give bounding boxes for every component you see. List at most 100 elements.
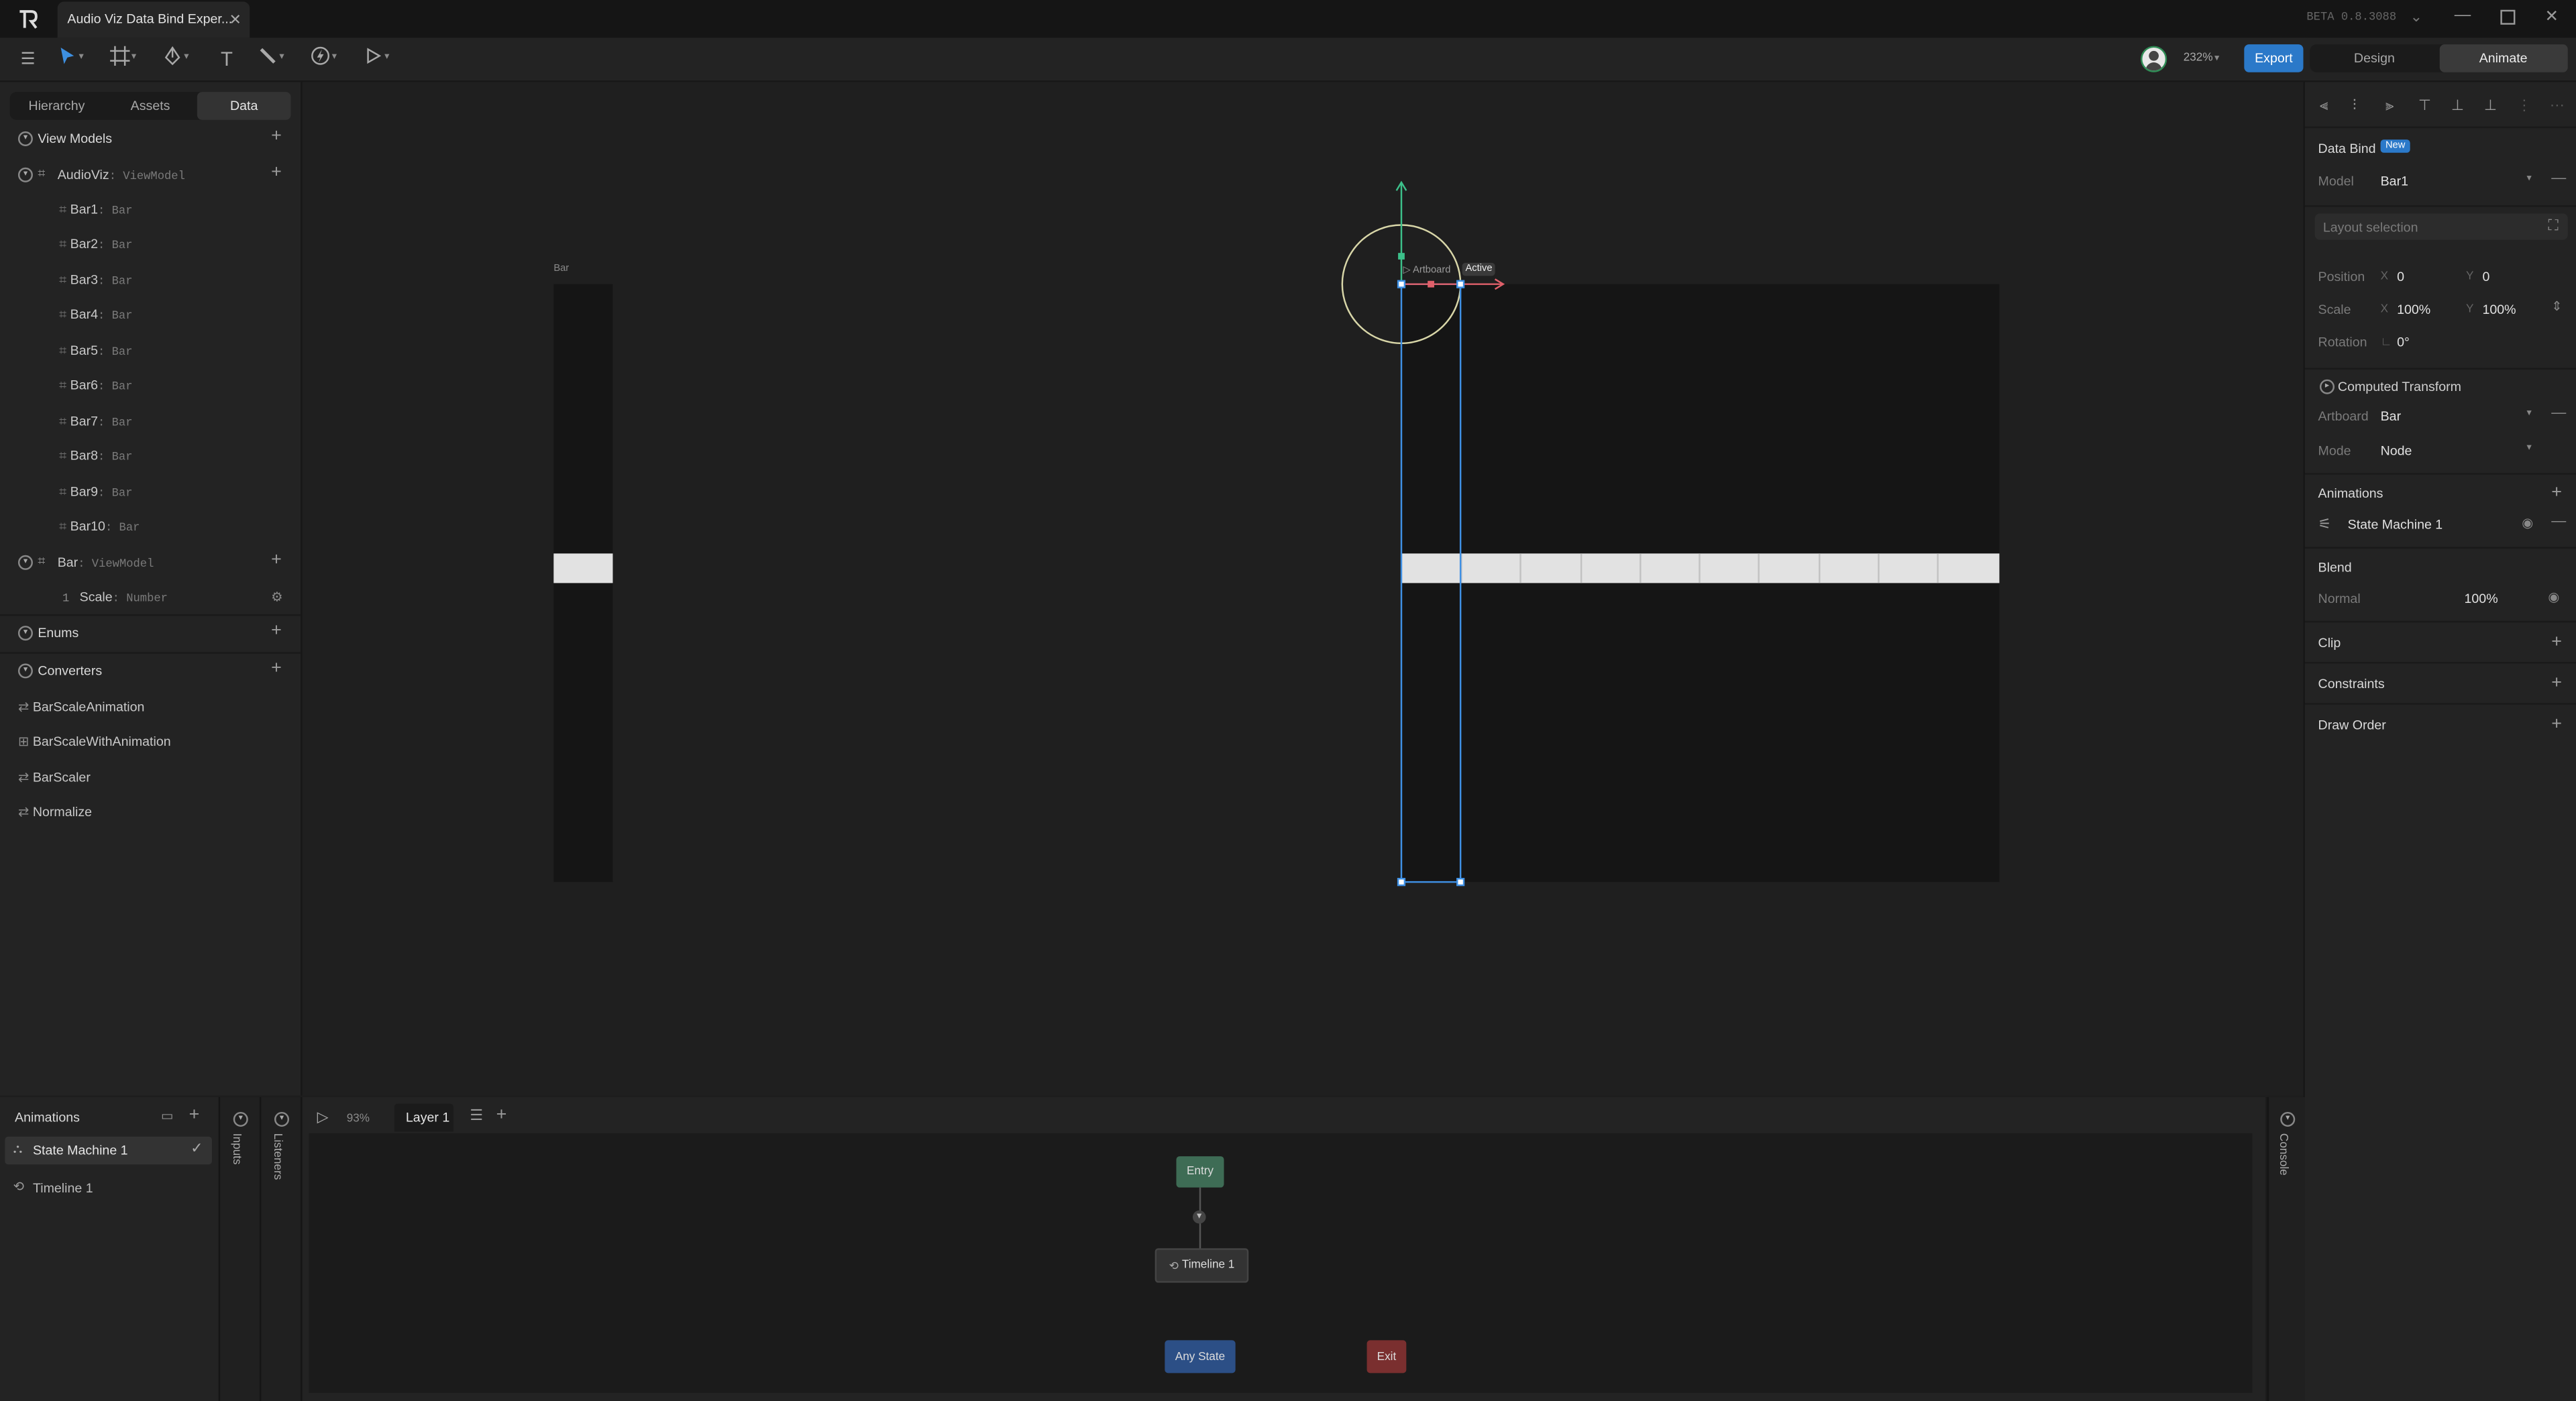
distribute-v-icon[interactable]: ⋯ (2550, 97, 2576, 115)
event-tool[interactable]: ▾ (311, 46, 337, 66)
mode-select[interactable]: Node (2381, 444, 2412, 459)
canvas[interactable]: Bar ▷ Artboard Active (302, 82, 2304, 1096)
position-x-input[interactable]: 0 (2397, 270, 2404, 284)
add-view-model-icon[interactable]: + (271, 127, 282, 146)
bar-item-9[interactable]: ⌗ Bar9: Bar (59, 484, 132, 500)
add-animation-icon[interactable]: + (2551, 483, 2562, 502)
frame-tool[interactable]: ▾ (110, 46, 136, 66)
console-panel[interactable]: ▾ Console (2267, 1097, 2305, 1401)
view-models-collapse-icon[interactable]: ▾ (17, 131, 33, 146)
export-button[interactable]: Export (2244, 44, 2304, 72)
eye-icon[interactable]: ◉ (2548, 590, 2559, 604)
align-left-icon[interactable]: ⫷ (2320, 97, 2353, 115)
bar-item-10[interactable]: ⌗ Bar10: Bar (59, 519, 140, 535)
align-center-v-icon[interactable]: ⊥ (2451, 97, 2484, 115)
rotation-input[interactable]: 0° (2397, 336, 2410, 350)
close-window-icon[interactable]: ✕ (2545, 8, 2559, 26)
bone-tool[interactable]: ▾ (258, 46, 284, 66)
audioviz-item[interactable]: AudioViz: ViewModel (58, 168, 185, 184)
close-tab-icon[interactable]: ✕ (229, 11, 241, 30)
pen-tool[interactable]: ▾ (162, 46, 189, 66)
distribute-h-icon[interactable]: ⋮ (2517, 97, 2550, 115)
add-clip-icon[interactable]: + (2551, 632, 2562, 652)
eye-icon[interactable]: ◉ (2522, 516, 2533, 530)
select-tool[interactable]: ▾ (58, 46, 84, 66)
tab-assets[interactable]: Assets (103, 92, 197, 120)
tab-hierarchy[interactable]: Hierarchy (10, 92, 104, 120)
bar-item-7[interactable]: ⌗ Bar7: Bar (59, 414, 132, 430)
bar-item-6[interactable]: ⌗ Bar6: Bar (59, 378, 132, 394)
version-dropdown-icon[interactable]: ⌄ (2410, 8, 2422, 26)
chevron-down-icon[interactable]: ▾ (2527, 442, 2532, 453)
entry-node[interactable]: Entry (1176, 1156, 1224, 1188)
add-constraint-icon[interactable]: + (2551, 673, 2562, 693)
add-converter-icon[interactable]: + (271, 659, 282, 678)
chevron-down-icon[interactable]: ▾ (2527, 172, 2532, 184)
bar-artboard[interactable] (553, 284, 613, 883)
bar-shape[interactable] (553, 553, 613, 583)
blend-mode-select[interactable]: Normal (2318, 592, 2361, 606)
listeners-toggle-icon[interactable]: ▾ (274, 1111, 290, 1127)
bar-vm-collapse-icon[interactable]: ▾ (17, 555, 33, 570)
timeline-list-item[interactable]: Timeline 1 (33, 1182, 93, 1196)
maximize-icon[interactable] (2500, 9, 2516, 25)
inputs-toggle-icon[interactable]: ▾ (233, 1111, 248, 1127)
bar-item-2[interactable]: ⌗ Bar2: Bar (59, 237, 132, 253)
play-icon[interactable]: ▷ (317, 1109, 329, 1127)
inputs-panel[interactable]: ▾ Inputs (220, 1097, 262, 1401)
chevron-down-icon[interactable]: ▾ (2527, 407, 2532, 419)
speed-value[interactable]: 93% (347, 1113, 370, 1125)
align-bottom-icon[interactable]: ⊥ (2484, 97, 2517, 115)
folder-icon[interactable]: ▭ (161, 1109, 174, 1123)
bar-item-3[interactable]: ⌗ Bar3: Bar (59, 273, 132, 289)
text-tool-icon[interactable]: T (213, 46, 239, 72)
converters-collapse-icon[interactable]: ▾ (17, 663, 33, 679)
tab-data[interactable]: Data (197, 92, 291, 120)
blend-opacity-input[interactable]: 100% (2464, 592, 2498, 606)
converter-item[interactable]: ⊞ BarScaleWithAnimation (18, 734, 171, 749)
computed-transform-title[interactable]: Computed Transform (2338, 380, 2461, 394)
bar-item-8[interactable]: ⌗ Bar8: Bar (59, 449, 132, 465)
add-animation-list-icon[interactable]: + (189, 1105, 200, 1125)
minimize-icon[interactable]: — (2455, 7, 2471, 25)
converter-item[interactable]: ⇄ Normalize (18, 805, 92, 820)
add-bar-property-icon[interactable]: + (271, 550, 282, 569)
console-toggle-icon[interactable]: ▾ (2280, 1111, 2296, 1127)
link-scale-icon[interactable]: ⇕ (2551, 299, 2562, 314)
state-machine-list-item[interactable]: ⛬ State Machine 1 ✓ (5, 1136, 212, 1165)
add-audioviz-property-icon[interactable]: + (271, 162, 282, 182)
add-layer-icon[interactable]: + (496, 1105, 507, 1125)
listeners-panel[interactable]: ▾ Listeners (261, 1097, 303, 1401)
app-logo-icon[interactable] (16, 8, 39, 31)
state-graph-area[interactable] (309, 1133, 2253, 1393)
add-enum-icon[interactable]: + (271, 621, 282, 640)
scale-property-item[interactable]: 1 Scale: Number (62, 590, 168, 606)
enums-collapse-icon[interactable]: ▾ (17, 626, 33, 641)
computed-transform-toggle-icon[interactable]: ▸ (2319, 379, 2335, 394)
list-icon[interactable]: ☰ (470, 1107, 483, 1125)
menu-icon[interactable]: ☰ (15, 46, 41, 72)
remove-artboard-icon[interactable]: — (2551, 404, 2566, 420)
position-y-input[interactable]: 0 (2482, 270, 2489, 284)
play-tool[interactable]: ▾ (363, 46, 389, 66)
converter-item[interactable]: ⇄ BarScaler (18, 771, 91, 785)
animate-mode-button[interactable]: Animate (2438, 44, 2568, 72)
model-select[interactable]: Bar1 (2381, 175, 2408, 189)
bar-item-1[interactable]: ⌗ Bar1: Bar (59, 202, 132, 218)
user-avatar[interactable] (2141, 46, 2167, 72)
align-right-icon[interactable]: ⫸ (2385, 97, 2418, 115)
exit-node[interactable]: Exit (1366, 1340, 1407, 1374)
any-state-node[interactable]: Any State (1165, 1340, 1236, 1374)
converter-item[interactable]: ⇄ BarScaleAnimation (18, 699, 145, 714)
artboard-label[interactable]: Bar (553, 264, 569, 274)
design-mode-button[interactable]: Design (2310, 44, 2438, 72)
zoom-dropdown[interactable]: 232% ▾ (2184, 52, 2220, 64)
state-machine-item[interactable]: State Machine 1 (2348, 518, 2443, 533)
selection-overlay[interactable] (1288, 164, 1880, 903)
bar-item-4[interactable]: ⌗ Bar4: Bar (59, 307, 132, 323)
remove-binding-icon[interactable]: — (2551, 169, 2566, 185)
layer-tab[interactable]: Layer 1 (394, 1103, 453, 1132)
align-top-icon[interactable]: ⊤ (2418, 97, 2451, 115)
artboard-select[interactable]: Bar (2381, 410, 2401, 424)
timeline-node[interactable]: ⟲ Timeline 1 (1155, 1248, 1249, 1283)
